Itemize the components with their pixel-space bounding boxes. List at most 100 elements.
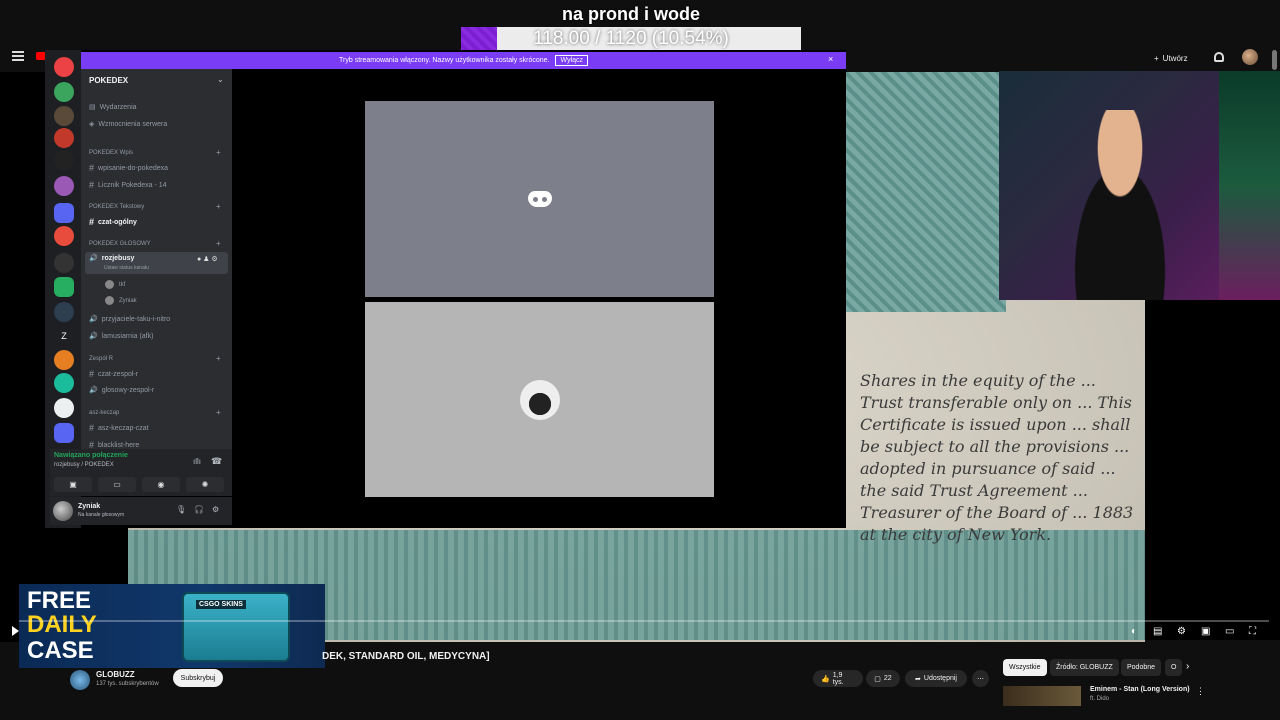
headphones-icon[interactable]: 🎧 <box>194 505 204 514</box>
channel-czat-zespol[interactable]: # czat-zespol-r <box>89 369 138 379</box>
stream-title: na prond i wode <box>562 4 700 24</box>
hamburger-icon[interactable] <box>12 51 24 61</box>
voice-channel-glosowy-zespol[interactable]: 🔊 glosowy-zespol-r <box>89 386 154 395</box>
add-channel-icon[interactable]: + <box>216 148 221 157</box>
avatar[interactable] <box>53 501 73 521</box>
more-vert-icon[interactable]: ⋮ <box>1196 686 1205 697</box>
like-button[interactable]: 👍 1,9 tys. <box>813 670 863 687</box>
user-name[interactable]: Zyniak <box>78 503 100 510</box>
chip-source[interactable]: Źródło: GLOBUZZ <box>1050 659 1119 676</box>
add-channel-icon[interactable]: + <box>216 239 221 248</box>
voice-user[interactable]: Zyniak <box>105 296 137 305</box>
video-progress-bar[interactable] <box>19 620 1269 622</box>
play-icon[interactable] <box>12 626 19 636</box>
video-letterbox-right <box>1145 300 1280 640</box>
chip-related[interactable]: Podobne <box>1121 659 1162 676</box>
voice-channel-path[interactable]: rozjebusy / POKEDEX <box>54 462 114 468</box>
voice-user-name: tkf <box>119 281 126 288</box>
channel-licznik[interactable]: # Licznik Pokedexa - 14 <box>89 180 167 190</box>
voice-tile-2[interactable] <box>365 302 714 497</box>
goal-progress-text: 118.00 / 1120 (10.54%) <box>533 28 729 49</box>
category-glosowy[interactable]: POKEDEX GŁOSOWY <box>89 241 151 247</box>
category-zespol[interactable]: Zespół R <box>89 356 113 362</box>
add-channel-icon[interactable]: + <box>216 354 221 363</box>
autoplay-toggle-icon[interactable]: ◐ <box>1131 626 1137 637</box>
hash-icon: # <box>89 217 95 227</box>
server-icon-11[interactable] <box>54 398 74 418</box>
category-keczap[interactable]: asz-keczap <box>89 410 119 416</box>
microphone-icon[interactable]: 🎙 <box>176 505 186 514</box>
voice-user-name: Zyniak <box>119 297 137 304</box>
activity-button[interactable]: ◉ <box>142 477 180 492</box>
disconnect-icon[interactable]: ☎ <box>211 456 222 467</box>
share-button[interactable]: ➦ Udostępnij <box>905 670 967 687</box>
channel-czat-ogolny[interactable]: # czat-ogólny <box>89 217 137 227</box>
events-item[interactable]: ▤ Wydarzenia <box>89 103 137 112</box>
like-count: 1,9 tys. <box>832 671 844 686</box>
server-icon-10[interactable] <box>54 373 74 393</box>
server-icon-home[interactable] <box>54 57 74 77</box>
channel-settings-icon[interactable]: ● ♟ ⚙ <box>197 255 218 263</box>
disable-streamer-mode-button[interactable]: Wyłącz <box>555 55 588 66</box>
voice-tile-1[interactable] <box>365 101 714 297</box>
server-folder-icon[interactable] <box>54 203 74 223</box>
bell-icon[interactable] <box>1214 52 1224 62</box>
voice-channel-przyjaciele[interactable]: 🔊 przyjaciele-taku-i-nitro <box>89 315 170 324</box>
chip-more[interactable]: O <box>1165 659 1183 676</box>
channel-avatar[interactable] <box>70 670 90 690</box>
category-wpis[interactable]: POKEDEX Wpis <box>89 150 133 156</box>
gear-icon[interactable]: ⚙ <box>212 505 219 514</box>
add-channel-icon[interactable]: + <box>216 408 221 417</box>
server-icon-pokedex[interactable] <box>54 226 74 246</box>
category-tekstowy[interactable]: POKEDEX Tekstowy <box>89 204 144 210</box>
server-icon-6[interactable] <box>54 253 74 273</box>
channel-wpisanie[interactable]: # wpisanie-do-pokedexa <box>89 163 168 173</box>
channel-status-hint[interactable]: Ustaw status kanału <box>104 265 149 271</box>
scrollbar[interactable] <box>1272 50 1277 70</box>
subscribe-button[interactable]: Subskrybuj <box>173 669 223 687</box>
boosts-item[interactable]: ◈ Wzmocnienia serwera <box>89 120 167 129</box>
chevron-down-icon[interactable]: ⌄ <box>217 75 224 84</box>
close-icon[interactable]: × <box>828 54 833 64</box>
voice-channel-label-row[interactable]: 🔊 rozjebusy <box>89 254 134 263</box>
server-icon-4[interactable] <box>54 150 74 170</box>
server-icon-3[interactable] <box>54 128 74 148</box>
voice-status[interactable]: Nawiązano połączenie <box>54 452 128 459</box>
fullscreen-icon[interactable]: ⛶ <box>1249 626 1256 637</box>
account-avatar[interactable] <box>1242 49 1258 65</box>
channel-name[interactable]: GLOBUZZ <box>96 670 135 679</box>
server-icon-apple[interactable] <box>54 82 74 102</box>
server-icon-5[interactable] <box>54 176 74 196</box>
miniplayer-icon[interactable]: ▣ <box>1201 626 1210 637</box>
recommended-thumbnail[interactable] <box>1003 686 1081 706</box>
dislike-button[interactable]: ▢ 22 <box>866 670 900 687</box>
chip-all[interactable]: Wszystkie <box>1003 659 1047 676</box>
channel-label: wpisanie-do-pokedexa <box>98 164 169 172</box>
hash-icon: # <box>89 423 95 433</box>
server-icon-9[interactable] <box>54 350 74 370</box>
server-icon-z[interactable]: Z <box>54 326 74 346</box>
guild-name[interactable]: POKEDEX <box>89 76 128 85</box>
create-button[interactable]: + Utwórz <box>1154 48 1206 68</box>
subtitles-icon[interactable]: ▤ <box>1153 626 1162 637</box>
server-icon-2[interactable] <box>54 106 74 126</box>
voice-channel-lamusiarnia[interactable]: 🔊 lamusiarnia (afk) <box>89 332 153 341</box>
soundboard-button[interactable]: ✺ <box>186 477 224 492</box>
channel-asz-keczap-czat[interactable]: # asz-keczap-czat <box>89 423 149 433</box>
screen-share-button[interactable]: ▭ <box>98 477 136 492</box>
server-icon-7[interactable] <box>54 277 74 297</box>
voice-user[interactable]: tkf <box>105 280 125 289</box>
chevron-right-icon[interactable]: › <box>1186 661 1189 672</box>
speaker-icon: 🔊 <box>89 387 98 394</box>
theater-mode-icon[interactable]: ▭ <box>1225 626 1234 637</box>
settings-gear-icon[interactable]: ⚙ <box>1177 626 1186 637</box>
speaker-icon: 🔊 <box>89 316 98 323</box>
more-actions-button[interactable]: ⋯ <box>972 670 989 687</box>
recommended-title[interactable]: Eminem - Stan (Long Version) <box>1090 686 1190 693</box>
noise-suppression-icon[interactable]: ıllı <box>193 457 201 466</box>
add-channel-icon[interactable]: + <box>216 202 221 211</box>
comment-count: 22 <box>883 675 892 682</box>
video-toggle-button[interactable]: ▣ <box>54 477 92 492</box>
server-icon-8[interactable] <box>54 302 74 322</box>
server-folder-icon-2[interactable] <box>54 423 74 443</box>
